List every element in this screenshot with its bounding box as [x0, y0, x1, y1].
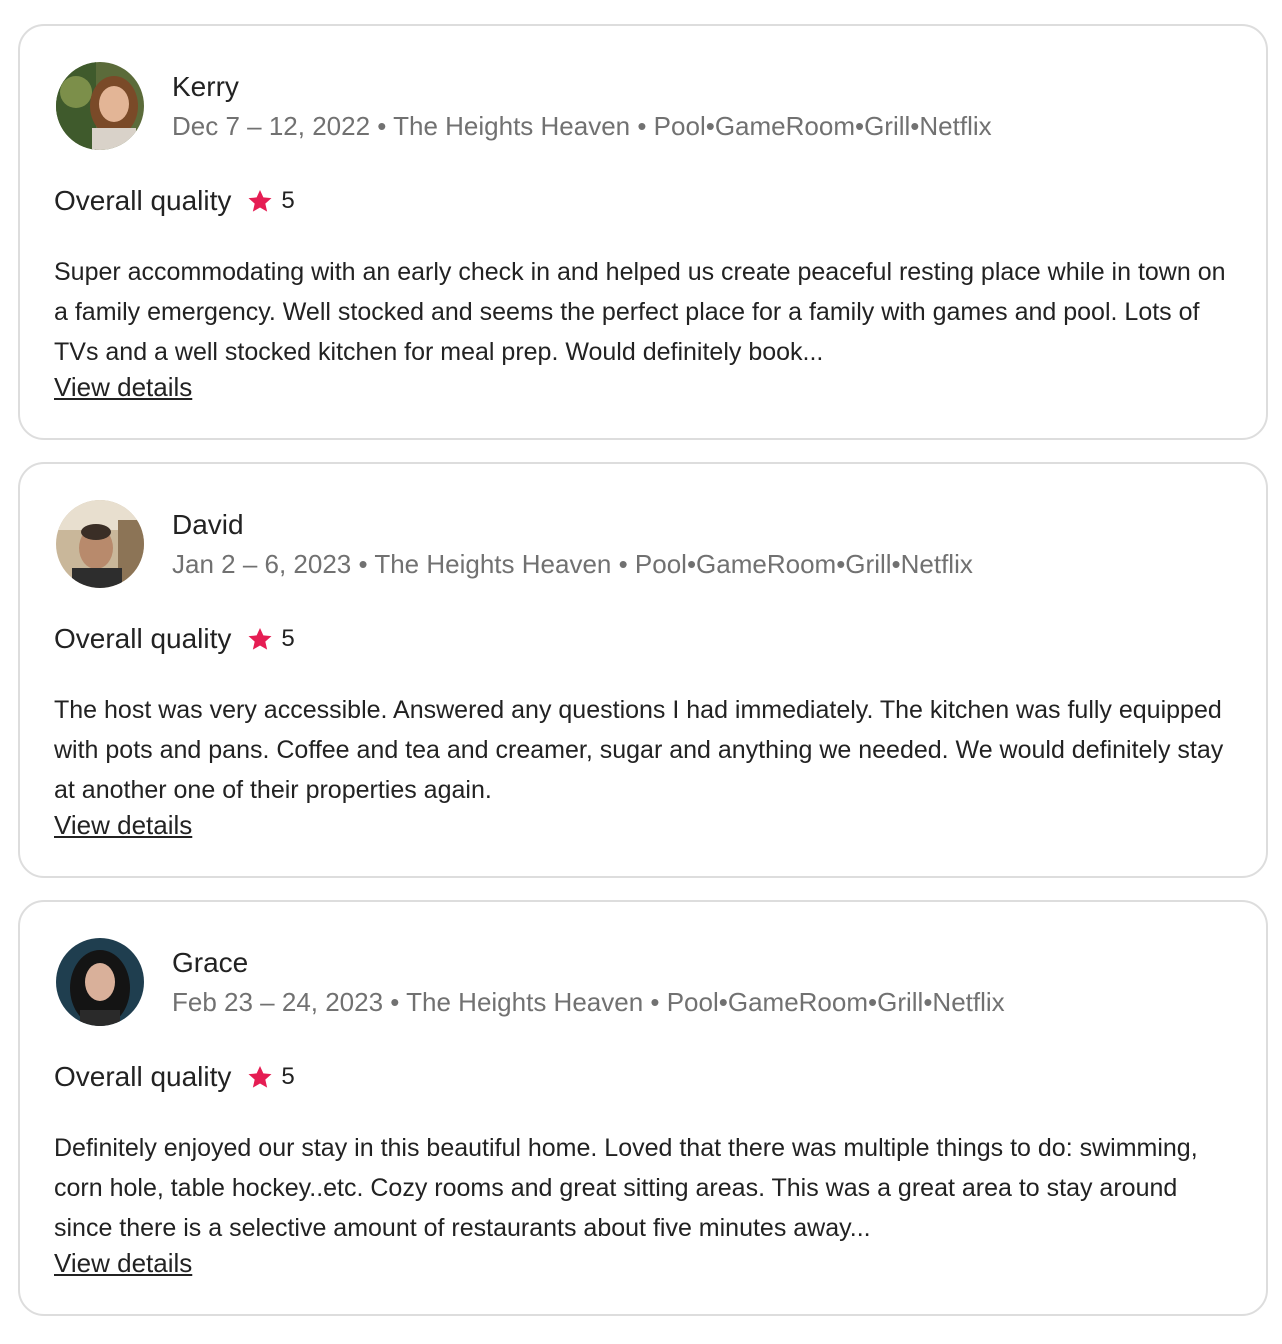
stay-details: Feb 23 – 24, 2023 • The Heights Heaven •… — [172, 987, 1005, 1017]
avatar[interactable] — [56, 938, 144, 1026]
review-card: David Jan 2 – 6, 2023 • The Heights Heav… — [18, 462, 1268, 878]
review-text: The host was very accessible. Answered a… — [54, 696, 1224, 804]
review-card: Kerry Dec 7 – 12, 2022 • The Heights Hea… — [18, 24, 1268, 440]
rating-row: Overall quality 5 — [54, 622, 295, 656]
view-details-link[interactable]: View details — [54, 370, 192, 404]
avatar[interactable] — [56, 500, 144, 588]
stay-details: Dec 7 – 12, 2022 • The Heights Heaven • … — [172, 111, 992, 141]
rating-value: 5 — [281, 187, 295, 214]
star-icon — [247, 626, 273, 652]
reviews-list: Kerry Dec 7 – 12, 2022 • The Heights Hea… — [18, 24, 1268, 1338]
review-card: Grace Feb 23 – 24, 2023 • The Heights He… — [18, 900, 1268, 1316]
rating-label: Overall quality — [54, 1061, 232, 1092]
avatar[interactable] — [56, 62, 144, 150]
review-text: Super accommodating with an early check … — [54, 258, 1226, 366]
rating-row: Overall quality 5 — [54, 1060, 295, 1094]
view-details-link[interactable]: View details — [54, 808, 192, 842]
reviewer-name: Kerry — [172, 71, 239, 102]
avatar-image — [56, 500, 144, 588]
star-icon — [247, 1064, 273, 1090]
reviewer-name: Grace — [172, 947, 249, 978]
avatar-image — [56, 62, 144, 150]
rating-value: 5 — [281, 625, 295, 652]
rating-label: Overall quality — [54, 185, 232, 216]
rating-label: Overall quality — [54, 623, 232, 654]
rating-value: 5 — [281, 1063, 295, 1090]
rating-row: Overall quality 5 — [54, 184, 295, 218]
reviewer-name: David — [172, 509, 244, 540]
review-text: Definitely enjoyed our stay in this beau… — [54, 1134, 1198, 1242]
stay-details: Jan 2 – 6, 2023 • The Heights Heaven • P… — [172, 549, 973, 579]
avatar-image — [56, 938, 144, 1026]
star-icon — [247, 188, 273, 214]
view-details-link[interactable]: View details — [54, 1246, 192, 1280]
